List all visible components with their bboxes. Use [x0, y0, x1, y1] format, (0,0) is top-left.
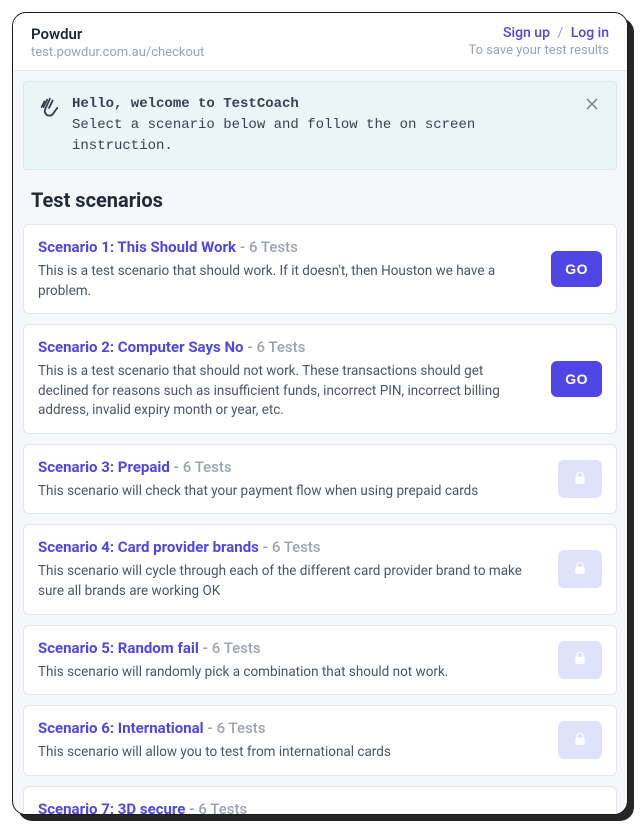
- scenario-card: Scenario 7: 3D secure - 6 TestsThis scen…: [23, 786, 617, 815]
- welcome-banner: Hello, welcome to TestCoach Select a sce…: [23, 81, 617, 170]
- scenario-name[interactable]: Scenario 5: Random fail: [38, 639, 199, 657]
- scenario-card: Scenario 5: Random fail - 6 Tests This sc…: [23, 625, 617, 696]
- scenario-tests-count: 6 Tests: [217, 719, 266, 737]
- close-icon[interactable]: [582, 94, 602, 119]
- scenario-title: Scenario 7: 3D secure - 6 Tests: [38, 799, 544, 815]
- wave-icon: [38, 96, 60, 123]
- login-link[interactable]: Log in: [571, 25, 609, 41]
- title-separator: -: [199, 639, 212, 657]
- scenario-description: This is a test scenario that should not …: [38, 362, 537, 421]
- locked-button[interactable]: [558, 721, 602, 759]
- scenario-tests-count: 6 Tests: [272, 538, 321, 556]
- scenario-body: Scenario 2: Computer Says No - 6 Tests Th…: [38, 337, 537, 421]
- auth-separator: /: [557, 25, 563, 41]
- scenario-title: Scenario 4: Card provider brands - 6 Tes…: [38, 537, 544, 558]
- top-bar-left: Powdur test.powdur.com.au/checkout: [31, 25, 204, 60]
- auth-links: Sign up / Log in: [468, 25, 609, 41]
- lock-icon: [573, 731, 587, 750]
- banner-text: Hello, welcome to TestCoach Select a sce…: [72, 94, 570, 157]
- scenario-name[interactable]: Scenario 2: Computer Says No: [38, 338, 244, 356]
- locked-button[interactable]: [558, 460, 602, 498]
- section-title: Test scenarios: [31, 188, 609, 212]
- top-bar-right: Sign up / Log in To save your test resul…: [468, 25, 609, 58]
- scenario-name[interactable]: Scenario 1: This Should Work: [38, 238, 236, 256]
- title-separator: -: [244, 338, 257, 356]
- top-bar: Powdur test.powdur.com.au/checkout Sign …: [13, 13, 627, 71]
- scenario-body: Scenario 3: Prepaid - 6 Tests This scenar…: [38, 457, 544, 502]
- scenario-name[interactable]: Scenario 3: Prepaid: [38, 458, 170, 476]
- scenario-description: This scenario will allow you to test fro…: [38, 743, 544, 763]
- go-button[interactable]: GO: [551, 251, 602, 287]
- scenario-body: Scenario 5: Random fail - 6 Tests This sc…: [38, 638, 544, 683]
- lock-icon: [573, 650, 587, 669]
- auth-subtext: To save your test results: [468, 43, 609, 58]
- title-separator: -: [185, 800, 198, 815]
- scenario-body: Scenario 1: This Should Work - 6 Tests Th…: [38, 237, 537, 301]
- scenario-card: Scenario 6: International - 6 Tests This …: [23, 705, 617, 776]
- title-separator: -: [259, 538, 272, 556]
- app-window: Powdur test.powdur.com.au/checkout Sign …: [12, 12, 628, 815]
- scenario-tests-count: 6 Tests: [198, 800, 247, 815]
- scenario-tests-count: 6 Tests: [183, 458, 232, 476]
- scenario-title: Scenario 2: Computer Says No - 6 Tests: [38, 337, 537, 358]
- scenario-tests-count: 6 Tests: [212, 639, 261, 657]
- title-separator: -: [170, 458, 183, 476]
- scenario-description: This scenario will check that your payme…: [38, 482, 544, 502]
- scenario-tests-count: 6 Tests: [256, 338, 305, 356]
- scenario-name[interactable]: Scenario 6: International: [38, 719, 204, 737]
- scenario-title: Scenario 5: Random fail - 6 Tests: [38, 638, 544, 659]
- page-url: test.powdur.com.au/checkout: [31, 45, 204, 60]
- scenario-tests-count: 6 Tests: [249, 238, 298, 256]
- banner-title: Hello, welcome to TestCoach: [72, 94, 570, 115]
- scenario-name[interactable]: Scenario 4: Card provider brands: [38, 538, 259, 556]
- scenario-card: Scenario 4: Card provider brands - 6 Tes…: [23, 524, 617, 614]
- title-separator: -: [204, 719, 217, 737]
- signup-link[interactable]: Sign up: [503, 25, 550, 41]
- scenario-body: Scenario 4: Card provider brands - 6 Tes…: [38, 537, 544, 601]
- locked-button[interactable]: [558, 550, 602, 588]
- scenario-description: This is a test scenario that should work…: [38, 262, 537, 301]
- scenario-card: Scenario 1: This Should Work - 6 Tests Th…: [23, 224, 617, 314]
- scenario-description: This scenario will randomly pick a combi…: [38, 663, 544, 683]
- lock-icon: [573, 470, 587, 489]
- scenario-description: This scenario will cycle through each of…: [38, 562, 544, 601]
- scenario-title: Scenario 6: International - 6 Tests: [38, 718, 544, 739]
- scenario-card: Scenario 3: Prepaid - 6 Tests This scenar…: [23, 444, 617, 515]
- banner-subtitle: Select a scenario below and follow the o…: [72, 115, 570, 157]
- scenario-card: Scenario 2: Computer Says No - 6 Tests Th…: [23, 324, 617, 434]
- scenario-name[interactable]: Scenario 7: 3D secure: [38, 800, 185, 815]
- scenario-title: Scenario 1: This Should Work - 6 Tests: [38, 237, 537, 258]
- go-button[interactable]: GO: [551, 361, 602, 397]
- brand-name: Powdur: [31, 25, 204, 43]
- scenario-title: Scenario 3: Prepaid - 6 Tests: [38, 457, 544, 478]
- lock-icon: [573, 560, 587, 579]
- title-separator: -: [236, 238, 249, 256]
- scenario-body: Scenario 7: 3D secure - 6 TestsThis scen…: [38, 799, 544, 815]
- scenario-list: Scenario 1: This Should Work - 6 Tests Th…: [13, 224, 627, 815]
- scenario-body: Scenario 6: International - 6 Tests This …: [38, 718, 544, 763]
- locked-button[interactable]: [558, 641, 602, 679]
